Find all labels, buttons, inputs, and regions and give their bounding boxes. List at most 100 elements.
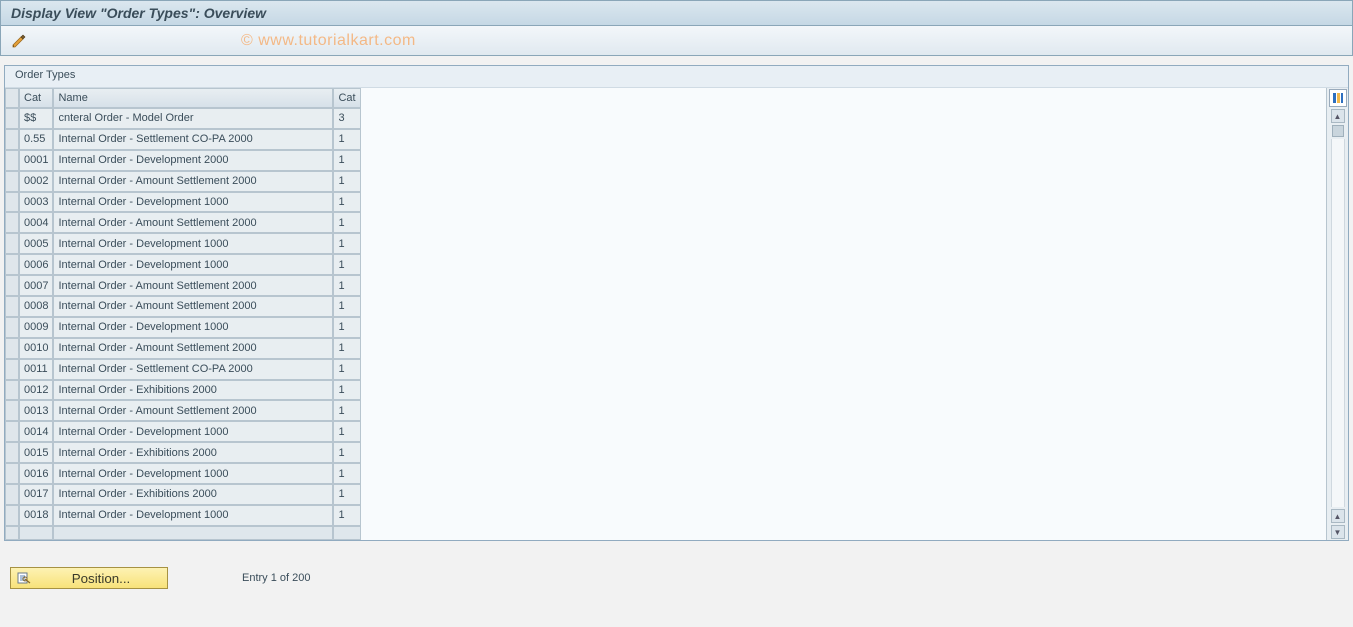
cell-cat[interactable]: 0010 xyxy=(19,338,53,359)
row-selector[interactable] xyxy=(5,463,19,484)
row-selector[interactable] xyxy=(5,212,19,233)
cell-name[interactable]: cnteral Order - Model Order xyxy=(53,108,333,129)
cell-cat[interactable]: 0006 xyxy=(19,254,53,275)
row-selector[interactable] xyxy=(5,233,19,254)
cell-cat2[interactable]: 1 xyxy=(333,400,361,421)
cell-cat[interactable]: 0005 xyxy=(19,233,53,254)
table-row[interactable]: 0012Internal Order - Exhibitions 20001 xyxy=(5,380,361,401)
cell-name[interactable]: Internal Order - Development 1000 xyxy=(53,192,333,213)
row-selector[interactable] xyxy=(5,442,19,463)
table-row[interactable]: 0013Internal Order - Amount Settlement 2… xyxy=(5,400,361,421)
cell-cat2[interactable]: 3 xyxy=(333,108,361,129)
row-selector[interactable] xyxy=(5,317,19,338)
position-button[interactable]: Position... xyxy=(10,567,168,589)
table-row[interactable]: 0017Internal Order - Exhibitions 20001 xyxy=(5,484,361,505)
table-row[interactable]: 0008Internal Order - Amount Settlement 2… xyxy=(5,296,361,317)
cell-cat2[interactable]: 1 xyxy=(333,233,361,254)
cell-cat[interactable]: 0015 xyxy=(19,442,53,463)
row-selector[interactable] xyxy=(5,254,19,275)
cell-cat[interactable]: 0001 xyxy=(19,150,53,171)
row-selector[interactable] xyxy=(5,380,19,401)
row-selector[interactable] xyxy=(5,108,19,129)
table-row[interactable]: 0011Internal Order - Settlement CO-PA 20… xyxy=(5,359,361,380)
cell-cat[interactable]: 0011 xyxy=(19,359,53,380)
cell-name[interactable]: Internal Order - Amount Settlement 2000 xyxy=(53,400,333,421)
column-header-cat2[interactable]: Cat xyxy=(333,88,361,108)
cell-cat2[interactable]: 1 xyxy=(333,421,361,442)
scroll-down-small-icon[interactable]: ▲ xyxy=(1331,509,1345,523)
cell-name[interactable]: Internal Order - Exhibitions 2000 xyxy=(53,484,333,505)
table-row[interactable]: 0004Internal Order - Amount Settlement 2… xyxy=(5,212,361,233)
cell-name[interactable]: Internal Order - Development 2000 xyxy=(53,150,333,171)
row-selector[interactable] xyxy=(5,275,19,296)
cell-name[interactable]: Internal Order - Amount Settlement 2000 xyxy=(53,338,333,359)
table-row[interactable]: 0003Internal Order - Development 10001 xyxy=(5,192,361,213)
cell-cat2[interactable]: 1 xyxy=(333,463,361,484)
table-row[interactable]: 0018Internal Order - Development 10001 xyxy=(5,505,361,526)
row-selector[interactable] xyxy=(5,505,19,526)
scroll-down-icon[interactable]: ▼ xyxy=(1331,525,1345,539)
cell-name[interactable]: Internal Order - Development 1000 xyxy=(53,317,333,338)
configure-columns-icon[interactable] xyxy=(1329,89,1347,107)
table-row[interactable]: 0005Internal Order - Development 10001 xyxy=(5,233,361,254)
table-row[interactable]: 0009Internal Order - Development 10001 xyxy=(5,317,361,338)
row-selector[interactable] xyxy=(5,129,19,150)
table-row[interactable]: 0014Internal Order - Development 10001 xyxy=(5,421,361,442)
cell-cat2[interactable]: 1 xyxy=(333,442,361,463)
row-selector[interactable] xyxy=(5,171,19,192)
cell-cat2[interactable]: 1 xyxy=(333,129,361,150)
column-header-selector[interactable] xyxy=(5,88,19,108)
cell-cat[interactable]: 0017 xyxy=(19,484,53,505)
table-row[interactable]: 0.55Internal Order - Settlement CO-PA 20… xyxy=(5,129,361,150)
cell-cat2[interactable]: 1 xyxy=(333,254,361,275)
row-selector[interactable] xyxy=(5,192,19,213)
row-selector[interactable] xyxy=(5,484,19,505)
cell-cat[interactable]: 0008 xyxy=(19,296,53,317)
cell-cat2[interactable]: 1 xyxy=(333,275,361,296)
scrollbar-track[interactable] xyxy=(1331,139,1345,507)
table-row[interactable]: 0015Internal Order - Exhibitions 20001 xyxy=(5,442,361,463)
column-header-name[interactable]: Name xyxy=(53,88,333,108)
table-row[interactable]: 0007Internal Order - Amount Settlement 2… xyxy=(5,275,361,296)
cell-cat[interactable]: 0004 xyxy=(19,212,53,233)
cell-name[interactable]: Internal Order - Settlement CO-PA 2000 xyxy=(53,359,333,380)
cell-cat2[interactable]: 1 xyxy=(333,150,361,171)
table-row[interactable]: 0006Internal Order - Development 10001 xyxy=(5,254,361,275)
table-row[interactable]: $$cnteral Order - Model Order3 xyxy=(5,108,361,129)
row-selector[interactable] xyxy=(5,359,19,380)
cell-cat[interactable]: 0.55 xyxy=(19,129,53,150)
cell-name[interactable]: Internal Order - Exhibitions 2000 xyxy=(53,380,333,401)
cell-cat2[interactable]: 1 xyxy=(333,317,361,338)
row-selector[interactable] xyxy=(5,338,19,359)
column-header-cat[interactable]: Cat xyxy=(19,88,53,108)
cell-cat[interactable]: 0014 xyxy=(19,421,53,442)
scroll-grip-top[interactable] xyxy=(1332,125,1344,137)
cell-cat2[interactable]: 1 xyxy=(333,212,361,233)
cell-cat[interactable]: 0009 xyxy=(19,317,53,338)
cell-cat2[interactable]: 1 xyxy=(333,380,361,401)
cell-name[interactable]: Internal Order - Amount Settlement 2000 xyxy=(53,296,333,317)
cell-name[interactable]: Internal Order - Settlement CO-PA 2000 xyxy=(53,129,333,150)
cell-name[interactable]: Internal Order - Development 1000 xyxy=(53,421,333,442)
row-selector[interactable] xyxy=(5,421,19,442)
row-selector[interactable] xyxy=(5,150,19,171)
table-row[interactable]: 0001Internal Order - Development 20001 xyxy=(5,150,361,171)
table-row[interactable]: 0016Internal Order - Development 10001 xyxy=(5,463,361,484)
cell-name[interactable]: Internal Order - Development 1000 xyxy=(53,505,333,526)
cell-cat2[interactable]: 1 xyxy=(333,505,361,526)
edit-icon[interactable] xyxy=(9,31,29,51)
cell-name[interactable]: Internal Order - Exhibitions 2000 xyxy=(53,442,333,463)
cell-cat2[interactable]: 1 xyxy=(333,171,361,192)
cell-cat2[interactable]: 1 xyxy=(333,296,361,317)
table-row[interactable]: 0010Internal Order - Amount Settlement 2… xyxy=(5,338,361,359)
table-row[interactable]: 0002Internal Order - Amount Settlement 2… xyxy=(5,171,361,192)
cell-cat[interactable]: 0007 xyxy=(19,275,53,296)
cell-cat2[interactable]: 1 xyxy=(333,484,361,505)
cell-name[interactable]: Internal Order - Amount Settlement 2000 xyxy=(53,212,333,233)
cell-cat[interactable]: 0012 xyxy=(19,380,53,401)
row-selector[interactable] xyxy=(5,400,19,421)
cell-name[interactable]: Internal Order - Development 1000 xyxy=(53,463,333,484)
cell-cat[interactable]: 0002 xyxy=(19,171,53,192)
cell-name[interactable]: Internal Order - Amount Settlement 2000 xyxy=(53,171,333,192)
cell-cat[interactable]: 0018 xyxy=(19,505,53,526)
